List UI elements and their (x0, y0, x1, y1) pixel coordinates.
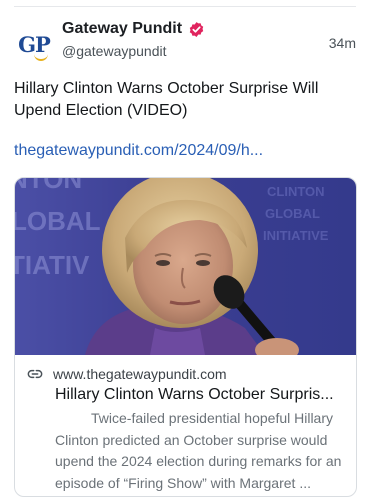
card-thumbnail-image[interactable]: NTON LOBAL TIATIV CLINTON GLOBAL INITIAT… (15, 178, 356, 355)
card-body: www.thegatewaypundit.com Hillary Clinton… (27, 364, 344, 494)
card-domain-row: www.thegatewaypundit.com (27, 364, 344, 384)
bg-text-right-2: GLOBAL (265, 206, 320, 221)
avatar-logo-text: GP (18, 31, 51, 57)
bg-text-left-3: TIATIV (15, 250, 90, 280)
card-title[interactable]: Hillary Clinton Warns October Surpris... (55, 386, 341, 404)
avatar-swoosh (34, 54, 48, 61)
bg-text-left-2: LOBAL (15, 206, 101, 236)
bg-text-right-1: CLINTON (267, 184, 325, 199)
verified-badge-icon (189, 21, 204, 37)
link-preview-card[interactable]: NTON LOBAL TIATIV CLINTON GLOBAL INITIAT… (14, 177, 357, 497)
author-handle[interactable]: @gatewaypundit (62, 43, 205, 59)
bg-text-right-3: INITIATIVE (263, 228, 329, 243)
display-name-row: Gateway Pundit (62, 20, 205, 38)
author-block: Gateway Pundit @gatewaypundit (62, 20, 205, 59)
post-header: GP Gateway Pundit @gatewaypundit 34m (14, 18, 356, 68)
card-description: Twice-failed presidential hopeful Hillar… (55, 410, 342, 491)
avatar[interactable]: GP (14, 24, 54, 64)
bg-text-left-1: NTON (15, 178, 82, 194)
post-text: Hillary Clinton Warns October Surprise W… (14, 80, 319, 119)
author-display-name[interactable]: Gateway Pundit (62, 20, 182, 38)
card-domain: www.thegatewaypundit.com (53, 366, 227, 382)
top-divider (14, 6, 356, 7)
post-timestamp[interactable]: 34m (329, 35, 356, 51)
link-icon (27, 369, 43, 379)
post-link[interactable]: thegatewaypundit.com/2024/09/h... (14, 142, 263, 160)
